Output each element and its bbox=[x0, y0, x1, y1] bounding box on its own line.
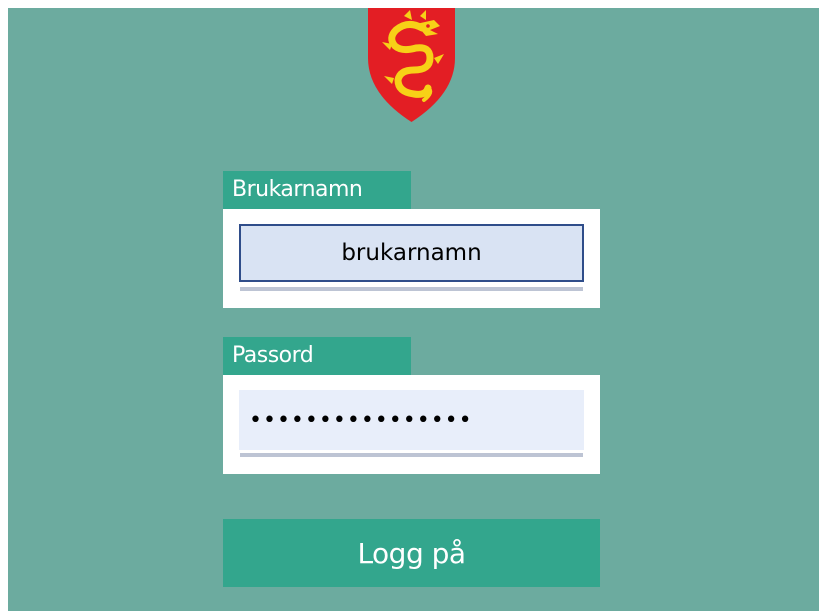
password-label: Passord bbox=[223, 337, 411, 375]
dragon-coat-of-arms-icon bbox=[368, 8, 455, 122]
username-input[interactable] bbox=[239, 224, 584, 282]
username-underline bbox=[240, 287, 583, 291]
password-input[interactable] bbox=[239, 390, 584, 450]
login-page: Brukarnamn Passord Logg på bbox=[8, 8, 819, 611]
password-field-container bbox=[223, 375, 600, 474]
username-label: Brukarnamn bbox=[223, 171, 411, 209]
login-button[interactable]: Logg på bbox=[223, 519, 600, 587]
username-field-container bbox=[223, 209, 600, 308]
password-underline bbox=[240, 453, 583, 457]
